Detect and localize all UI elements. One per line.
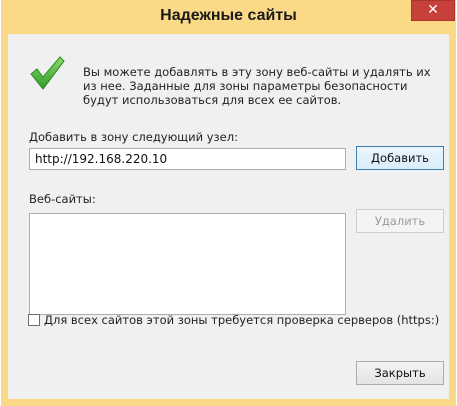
dialog-content: Вы можете добавлять в эту зону веб-сайты… <box>8 34 449 399</box>
websites-list[interactable] <box>29 213 346 315</box>
websites-label: Веб-сайты: <box>29 192 96 206</box>
https-required-label[interactable]: Для всех сайтов этой зоны требуется пров… <box>44 313 439 327</box>
green-checkmark-icon <box>30 56 65 90</box>
https-required-checkbox[interactable] <box>28 314 40 326</box>
add-button[interactable]: Добавить <box>356 146 444 170</box>
zone-info-text: Вы можете добавлять в эту зону веб-сайты… <box>83 65 431 107</box>
close-button[interactable]: Закрыть <box>356 361 444 385</box>
site-url-input[interactable]: http://192.168.220.10 <box>29 148 346 170</box>
remove-button[interactable]: Удалить <box>356 209 444 233</box>
trusted-sites-dialog: Надежные сайты ✕ Вы можете добавлять в э… <box>1 0 456 406</box>
title-bar[interactable]: Надежные сайты ✕ <box>1 0 456 34</box>
add-site-label: Добавить в зону следующий узел: <box>29 130 238 144</box>
window-title: Надежные сайты <box>160 7 297 24</box>
close-window-button[interactable]: ✕ <box>411 0 455 21</box>
